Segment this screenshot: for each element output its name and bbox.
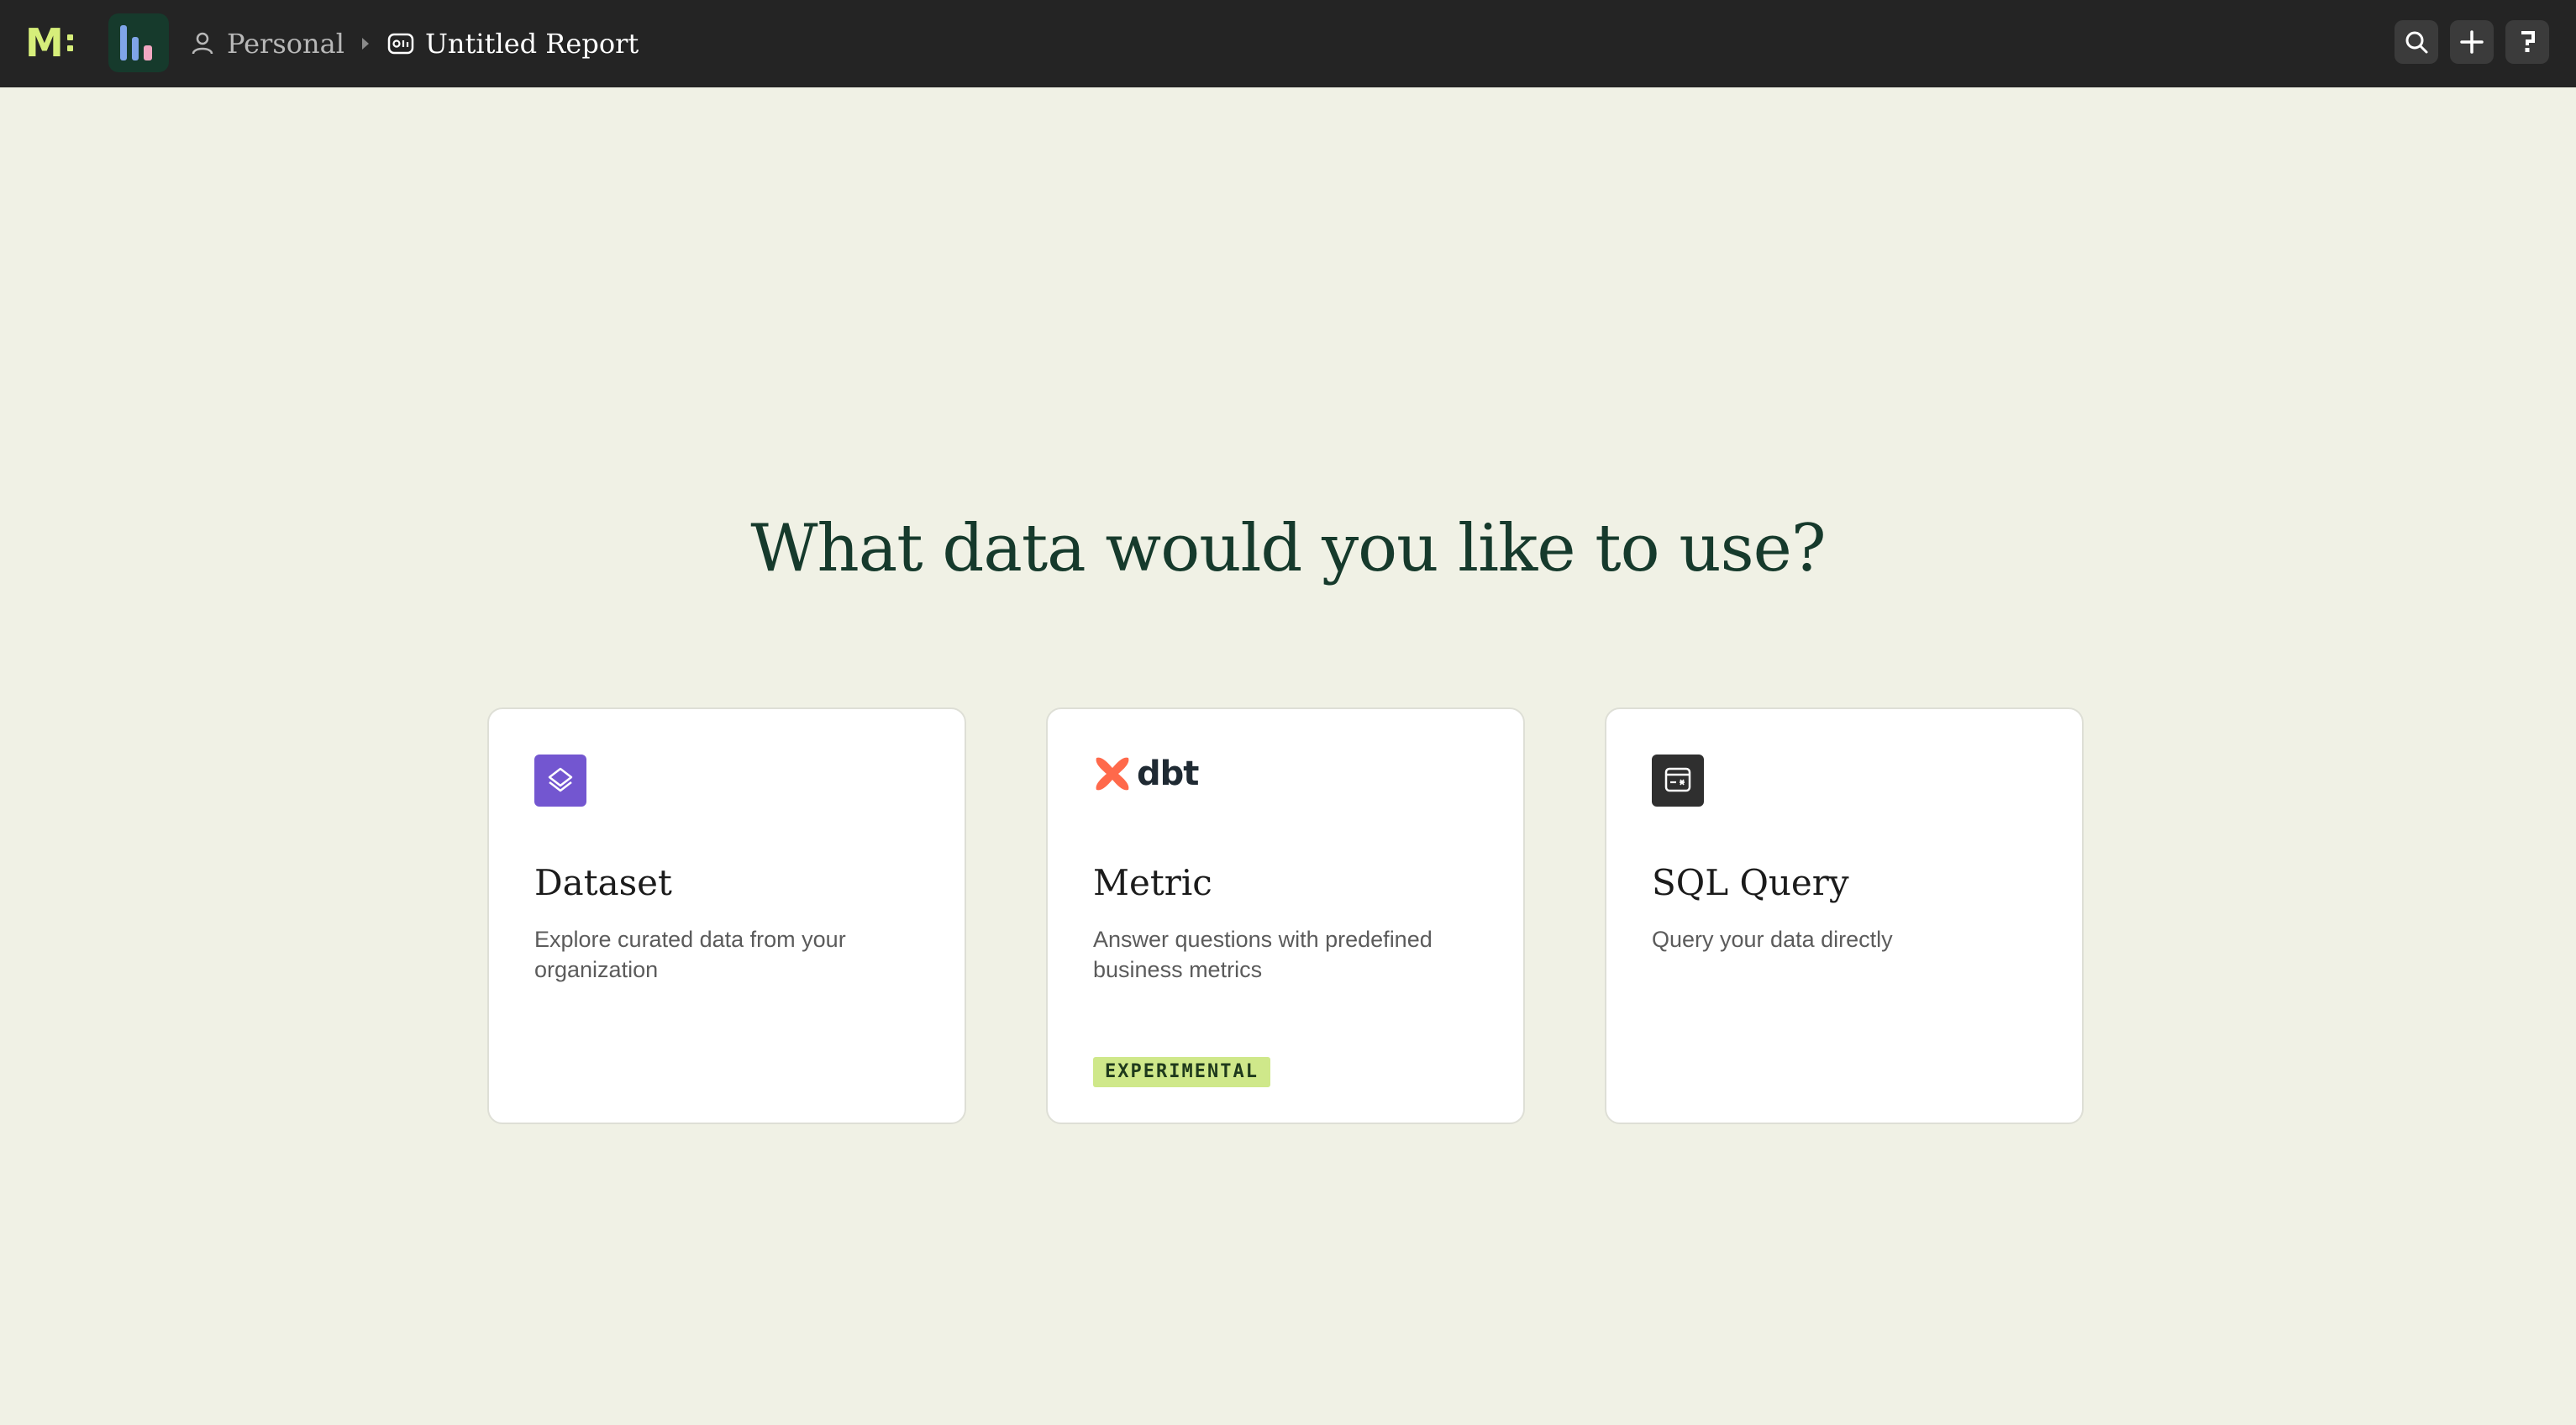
chevron-right-icon bbox=[361, 38, 369, 50]
search-icon bbox=[2405, 31, 2428, 54]
dbt-logo: dbt bbox=[1093, 755, 1199, 793]
top-bar: M Personal Untitled Report bbox=[0, 0, 2576, 87]
card-title: Dataset bbox=[534, 862, 672, 903]
add-button[interactable] bbox=[2450, 20, 2494, 64]
help-button[interactable] bbox=[2505, 20, 2549, 64]
logo-letter: M bbox=[25, 20, 64, 66]
breadcrumb: Personal Untitled Report bbox=[188, 0, 639, 87]
dbt-logo-icon bbox=[1096, 757, 1129, 791]
breadcrumb-personal-label: Personal bbox=[227, 28, 344, 60]
page-headline: What data would you like to use? bbox=[750, 511, 1826, 586]
sql-query-icon bbox=[1652, 755, 1704, 811]
report-app-icon[interactable] bbox=[108, 13, 169, 72]
card-description: Query your data directly bbox=[1652, 927, 1893, 952]
help-icon bbox=[2521, 31, 2535, 52]
sql-query-card[interactable]: SQL Query Query your data directly bbox=[1605, 707, 2084, 1124]
app-logo[interactable]: M bbox=[25, 24, 77, 62]
card-title: SQL Query bbox=[1652, 862, 1849, 903]
top-actions bbox=[2395, 20, 2549, 64]
breadcrumb-report[interactable]: Untitled Report bbox=[386, 28, 639, 60]
report-icon bbox=[387, 33, 414, 55]
person-icon bbox=[192, 32, 213, 55]
dbt-logo-text: dbt bbox=[1137, 755, 1199, 793]
dataset-icon bbox=[534, 755, 586, 811]
metric-card[interactable]: dbt Metric Answer questions with predefi… bbox=[1046, 707, 1525, 1124]
card-description: Answer questions with predefined busines… bbox=[1093, 927, 1433, 982]
experimental-badge: EXPERIMENTAL bbox=[1093, 1057, 1270, 1087]
plus-icon bbox=[2460, 30, 2484, 54]
card-title: Metric bbox=[1093, 862, 1212, 903]
logo-dots bbox=[66, 34, 73, 51]
dataset-card[interactable]: Dataset Explore curated data from your o… bbox=[487, 707, 966, 1124]
breadcrumb-report-label: Untitled Report bbox=[424, 28, 639, 60]
breadcrumb-personal[interactable]: Personal bbox=[188, 28, 344, 60]
search-button[interactable] bbox=[2395, 20, 2438, 64]
card-description: Explore curated data from your organizat… bbox=[534, 927, 846, 982]
